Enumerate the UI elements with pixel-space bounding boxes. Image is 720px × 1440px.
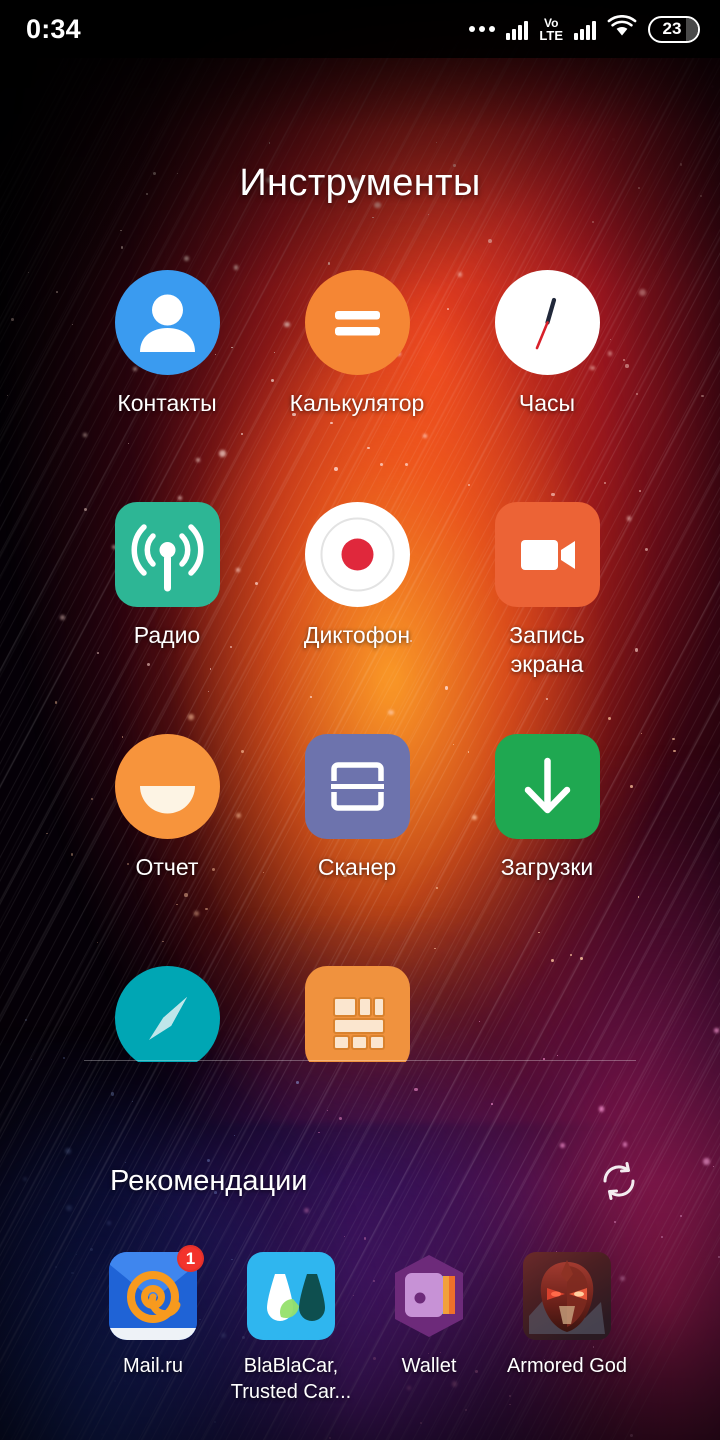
recommendations-row: 1 Mail.ru BlaBlaCar, Trusted Car... Wall…: [0, 1245, 720, 1405]
calculator-icon[interactable]: [304, 270, 410, 375]
refresh-icon[interactable]: [596, 1158, 642, 1204]
mosaic-icon[interactable]: [304, 966, 410, 1062]
app-label: Калькулятор: [289, 390, 425, 416]
app-mosaic[interactable]: [262, 966, 452, 1062]
app-radio[interactable]: Радио: [72, 502, 262, 734]
app-clock[interactable]: Часы: [452, 270, 642, 502]
app-screen-record[interactable]: Запись экрана: [452, 502, 642, 734]
app-label: Сканер: [317, 854, 397, 880]
volte-top-label: Vo: [543, 15, 559, 30]
app-scanner[interactable]: Сканер: [262, 734, 452, 966]
wifi-icon: [607, 14, 637, 44]
recommendations-header: Рекомендации: [0, 1155, 720, 1207]
app-grid-row: Радио Диктофон Запись экрана: [0, 502, 720, 734]
report-icon[interactable]: [114, 734, 220, 839]
app-downloads[interactable]: Загрузки: [452, 734, 642, 966]
notification-badge: 1: [177, 1245, 204, 1272]
app-label: Часы: [518, 390, 576, 416]
app-grid-row: Отчет Сканер Загрузки: [0, 734, 720, 966]
rec-app-wallet[interactable]: Wallet: [360, 1252, 498, 1405]
status-icons: Vo LTE 23: [469, 14, 700, 44]
signal-bars-icon-sim1: [506, 18, 529, 40]
folder-divider: [84, 1060, 636, 1061]
rec-app-label: Mail.ru: [122, 1355, 183, 1377]
scanner-icon[interactable]: [304, 734, 410, 839]
battery-percent-label: 23: [662, 19, 682, 38]
downloads-icon[interactable]: [494, 734, 600, 839]
more-dots-icon: [469, 26, 496, 32]
mailru-icon[interactable]: 1: [109, 1245, 204, 1340]
volte-icon: Vo LTE: [539, 17, 563, 42]
folder-title: Инструменты: [239, 162, 481, 204]
clock-icon[interactable]: [494, 270, 600, 375]
radio-icon[interactable]: [114, 502, 220, 607]
blablacar-icon[interactable]: [247, 1252, 335, 1340]
app-label: Загрузки: [500, 854, 594, 880]
volte-bottom-label: LTE: [539, 27, 563, 43]
app-grid-row-partial: [0, 966, 720, 1062]
app-contacts[interactable]: Контакты: [72, 270, 262, 502]
wallet-icon[interactable]: [385, 1252, 473, 1340]
app-label: Радио: [133, 622, 201, 648]
app-compass[interactable]: [72, 966, 262, 1062]
screen-record-icon[interactable]: [494, 502, 600, 607]
rec-app-armored-god[interactable]: Armored God: [498, 1252, 636, 1405]
signal-bars-icon-sim2: [574, 18, 596, 40]
armoredgod-icon[interactable]: [523, 1252, 611, 1340]
voice-recorder-icon[interactable]: [304, 502, 410, 607]
battery-icon: 23: [648, 15, 700, 43]
app-label: Диктофон: [303, 622, 411, 648]
folder-app-grid: Контакты Калькулятор Часы Радио Диктофон…: [0, 270, 720, 1062]
phone-screen: 0:34 Vo LTE 23 Инструменты Контакты Каль…: [0, 0, 720, 1440]
rec-app-label: Armored God: [506, 1355, 628, 1377]
rec-app-blablacar[interactable]: BlaBlaCar, Trusted Car...: [222, 1252, 360, 1405]
app-empty-slot: [452, 966, 642, 1062]
status-clock: 0:34: [26, 13, 81, 44]
app-label: Контакты: [117, 390, 217, 416]
app-voice-recorder[interactable]: Диктофон: [262, 502, 452, 734]
compass-icon[interactable]: [114, 966, 220, 1062]
rec-app-mailru[interactable]: 1 Mail.ru: [84, 1245, 222, 1405]
rec-app-label: Wallet: [401, 1355, 457, 1377]
rec-app-label: BlaBlaCar, Trusted Car...: [230, 1355, 352, 1403]
recommendations-title: Рекомендации: [110, 1164, 308, 1197]
app-report[interactable]: Отчет: [72, 734, 262, 966]
app-label: Отчет: [135, 854, 199, 880]
app-label: Запись экрана: [509, 622, 585, 677]
status-bar: 0:34 Vo LTE 23: [0, 0, 720, 58]
contacts-icon[interactable]: [114, 270, 220, 375]
app-calculator[interactable]: Калькулятор: [262, 270, 452, 502]
app-grid-row: Контакты Калькулятор Часы: [0, 270, 720, 502]
